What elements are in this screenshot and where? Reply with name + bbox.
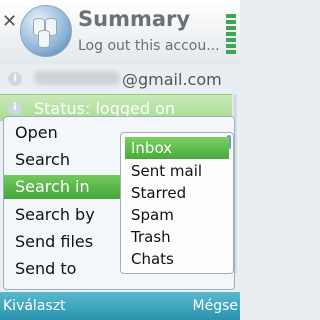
signal-strength-icon [226,14,236,60]
softkey-bar: Kiválaszt Mégse [0,292,240,320]
account-email: @gmail.com [122,70,222,89]
close-icon[interactable]: ✕ [2,12,17,32]
menu-item-send-files[interactable]: Send files [4,230,122,254]
menu-item-open[interactable]: Open [4,121,122,145]
submenu-item-spam[interactable]: Spam [125,204,229,226]
title-bar: ✕ Summary Log out this accou... [0,0,240,64]
right-softkey-cancel[interactable]: Mégse [193,298,239,314]
redacted-username [34,71,120,85]
menu-item-search-in[interactable]: Search in [4,175,122,199]
left-softkey-select[interactable]: Kiválaszt [3,298,66,314]
search-in-submenu: Inbox Sent mail Starred Spam Trash Chats [120,132,234,274]
submenu-item-chats[interactable]: Chats [125,248,229,270]
app-icon [20,5,72,57]
info-icon: i [8,101,22,115]
menu-item-search-by[interactable]: Search by [4,203,122,227]
page-title: Summary [78,7,191,31]
submenu-item-trash[interactable]: Trash [125,226,229,248]
submenu-item-inbox[interactable]: Inbox [125,137,229,159]
info-icon: i [8,72,22,86]
submenu-item-starred[interactable]: Starred [125,182,229,204]
submenu-item-sent-mail[interactable]: Sent mail [125,160,229,182]
page-subtitle: Log out this accou... [78,38,220,54]
menu-item-search[interactable]: Search [4,148,122,172]
menu-item-send-to[interactable]: Send to [4,257,122,281]
